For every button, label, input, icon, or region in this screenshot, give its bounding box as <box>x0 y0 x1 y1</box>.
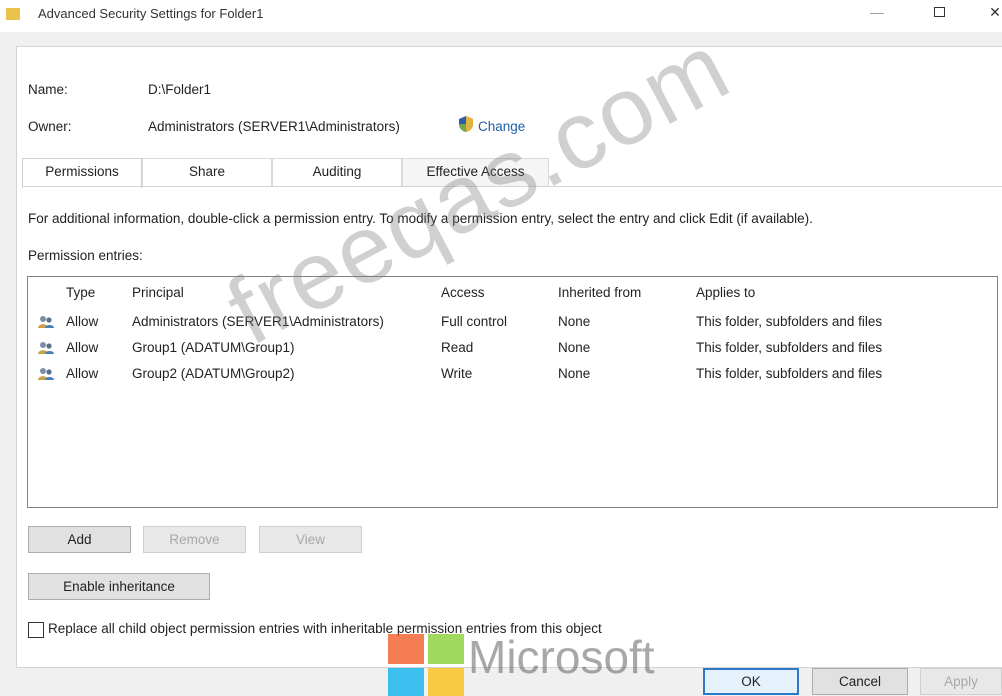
users-icon <box>38 342 54 354</box>
title-bar: Advanced Security Settings for Folder1 —… <box>0 0 1002 32</box>
view-button[interactable]: View <box>259 526 362 553</box>
list-item[interactable]: Allow Group2 (ADATUM\Group2) Write None … <box>28 363 997 387</box>
minimize-button[interactable]: — <box>862 4 892 20</box>
cancel-button[interactable]: Cancel <box>812 668 908 695</box>
logo-square-blue <box>388 668 424 696</box>
column-header-type[interactable]: Type <box>66 285 95 300</box>
owner-value: Administrators (SERVER1\Administrators) <box>148 119 400 134</box>
list-header: Type Principal Access Inherited from App… <box>28 277 997 307</box>
column-header-principal[interactable]: Principal <box>132 285 184 300</box>
window-title: Advanced Security Settings for Folder1 <box>38 6 264 21</box>
permission-entries-label: Permission entries: <box>28 248 143 263</box>
tab-permissions[interactable]: Permissions <box>22 158 142 188</box>
entry-inherited-from: None <box>558 314 591 329</box>
logo-square-red <box>388 634 424 664</box>
tab-share[interactable]: Share <box>142 158 272 186</box>
maximize-icon <box>933 7 945 17</box>
change-owner-link[interactable]: Change <box>478 119 525 134</box>
name-label: Name: <box>28 82 68 97</box>
entry-access: Write <box>441 366 473 381</box>
column-header-inherited-from[interactable]: Inherited from <box>558 285 641 300</box>
remove-button[interactable]: Remove <box>143 526 246 553</box>
column-header-applies-to[interactable]: Applies to <box>696 285 755 300</box>
tab-auditing[interactable]: Auditing <box>272 158 402 186</box>
users-icon <box>38 368 54 380</box>
microsoft-logo <box>388 634 466 696</box>
logo-square-yellow <box>428 668 464 696</box>
owner-label: Owner: <box>28 119 72 134</box>
entry-inherited-from: None <box>558 366 591 381</box>
ok-button[interactable]: OK <box>703 668 799 695</box>
entry-type: Allow <box>66 340 99 355</box>
entry-principal: Administrators (SERVER1\Administrators) <box>132 314 384 329</box>
users-icon <box>38 316 54 328</box>
info-text: For additional information, double-click… <box>28 211 813 226</box>
tab-effective-access[interactable]: Effective Access <box>402 158 549 186</box>
name-value: D:\Folder1 <box>148 82 212 97</box>
entry-type: Allow <box>66 366 99 381</box>
list-item[interactable]: Allow Group1 (ADATUM\Group1) Read None T… <box>28 337 997 361</box>
entry-applies-to: This folder, subfolders and files <box>696 366 883 381</box>
uac-shield-icon <box>459 116 473 132</box>
add-button[interactable]: Add <box>28 526 131 553</box>
entry-type: Allow <box>66 314 99 329</box>
entry-applies-to: This folder, subfolders and files <box>696 314 883 329</box>
microsoft-wordmark: Microsoft <box>468 631 655 683</box>
enable-inheritance-button[interactable]: Enable inheritance <box>28 573 210 600</box>
entry-principal: Group2 (ADATUM\Group2) <box>132 366 295 381</box>
entry-access: Full control <box>441 314 508 329</box>
maximize-button[interactable] <box>924 4 954 20</box>
apply-button[interactable]: Apply <box>920 668 1002 695</box>
entry-inherited-from: None <box>558 340 591 355</box>
list-item[interactable]: Allow Administrators (SERVER1\Administra… <box>28 311 997 335</box>
tab-divider <box>22 186 1002 187</box>
entry-applies-to: This folder, subfolders and files <box>696 340 883 355</box>
logo-square-green <box>428 634 464 664</box>
column-header-access[interactable]: Access <box>441 285 485 300</box>
permission-entries-list[interactable]: Type Principal Access Inherited from App… <box>27 276 998 508</box>
close-button[interactable]: ✕ <box>980 4 1002 21</box>
entry-principal: Group1 (ADATUM\Group1) <box>132 340 295 355</box>
folder-icon <box>6 8 20 20</box>
entry-access: Read <box>441 340 474 355</box>
replace-child-permissions-checkbox[interactable] <box>28 622 44 638</box>
